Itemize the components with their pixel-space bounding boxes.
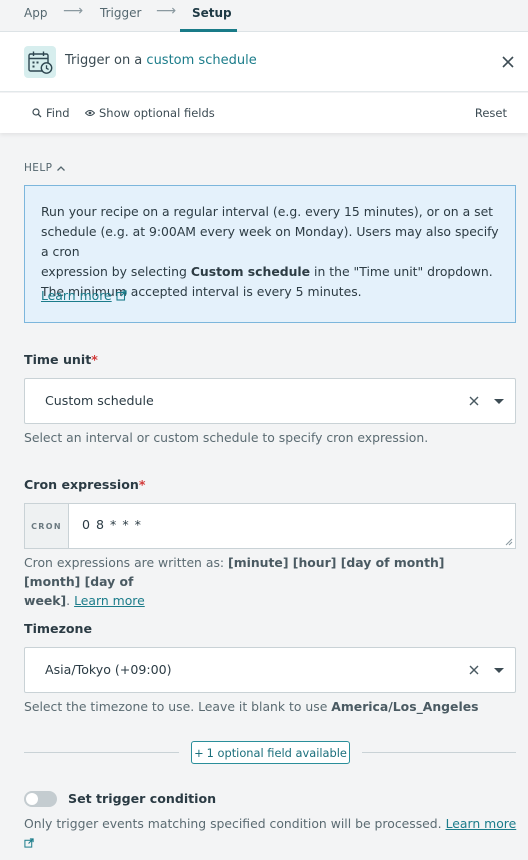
- divider: [24, 752, 179, 753]
- help-line: Run your recipe on a regular interval (e…: [41, 204, 494, 219]
- plus-icon: +: [194, 745, 204, 760]
- toggle-knob: [26, 793, 38, 805]
- clear-icon[interactable]: [467, 394, 481, 408]
- trigger-title-prefix: Trigger: [65, 53, 110, 68]
- chevron-down-icon[interactable]: [494, 399, 504, 404]
- show-optional-fields-label: Show optional fields: [99, 106, 215, 120]
- help-heading: HELP: [24, 162, 53, 174]
- trigger-schedule-link[interactable]: custom schedule: [146, 53, 256, 68]
- trigger-header: Trigger on a custom schedule: [0, 32, 528, 92]
- help-toggle[interactable]: HELP: [24, 162, 66, 174]
- resize-handle-icon[interactable]: [505, 538, 513, 546]
- breadcrumb-setup[interactable]: Setup: [192, 6, 232, 20]
- help-text: Run your recipe on a regular interval (e…: [41, 202, 507, 302]
- timezone-label: Timezone: [24, 621, 93, 636]
- time-unit-hint: Select an interval or custom schedule to…: [24, 430, 429, 445]
- time-unit-label: Time unit*: [24, 352, 98, 367]
- reset-button[interactable]: Reset: [475, 106, 507, 120]
- trigger-title-middle: on a: [113, 53, 143, 68]
- time-unit-select[interactable]: Custom schedule: [24, 378, 516, 424]
- breadcrumb-trigger[interactable]: Trigger: [100, 6, 141, 20]
- optional-fields-label: 1 optional field available: [206, 745, 347, 760]
- cron-learn-more-link[interactable]: Learn more: [74, 593, 145, 608]
- find-label: Find: [46, 106, 70, 120]
- cron-tag: CRON: [25, 504, 69, 548]
- timezone-value: Asia/Tokyo (+09:00): [45, 662, 172, 677]
- find-button[interactable]: Find: [32, 106, 70, 120]
- chevron-up-icon: [57, 165, 66, 171]
- field-toolbar: Find Show optional fields Reset: [0, 93, 528, 133]
- trigger-title: Trigger on a custom schedule: [65, 53, 257, 68]
- help-panel: Run your recipe on a regular interval (e…: [24, 185, 516, 323]
- cron-expression-hint: Cron expressions are written as: [minute…: [24, 555, 445, 608]
- breadcrumb-arrow-icon: ⟶: [156, 3, 177, 19]
- help-line: schedule (e.g. at 9:00AM every week on M…: [41, 224, 499, 259]
- time-unit-value: Custom schedule: [45, 393, 154, 408]
- timezone-select[interactable]: Asia/Tokyo (+09:00): [24, 647, 516, 693]
- search-icon: [32, 108, 42, 118]
- trigger-condition-hint: Only trigger events matching specified c…: [24, 814, 528, 852]
- divider: [362, 752, 516, 753]
- close-icon[interactable]: [498, 52, 518, 72]
- trigger-condition-toggle[interactable]: [24, 791, 57, 807]
- external-link-icon: [116, 290, 127, 301]
- clear-icon[interactable]: [467, 663, 481, 677]
- required-marker: *: [138, 477, 146, 492]
- help-learn-more-link[interactable]: Learn more: [41, 288, 127, 303]
- show-optional-fields-button[interactable]: Show optional fields: [85, 106, 215, 120]
- required-marker: *: [91, 352, 98, 367]
- help-learn-more-label: Learn more: [41, 288, 112, 303]
- breadcrumb: App ⟶ Trigger ⟶ Setup: [0, 0, 528, 32]
- calendar-clock-icon: [24, 46, 56, 78]
- help-line: expression by selecting Custom schedule …: [41, 264, 493, 279]
- timezone-hint: Select the timezone to use. Leave it bla…: [24, 699, 479, 714]
- trigger-condition-learn-more-link[interactable]: Learn more: [446, 816, 517, 831]
- cron-expression-input[interactable]: CRON 0 8 * * *: [24, 503, 516, 549]
- eye-icon: [85, 110, 95, 116]
- cron-expression-value: 0 8 * * *: [82, 517, 142, 532]
- chevron-down-icon[interactable]: [494, 668, 504, 673]
- breadcrumb-arrow-icon: ⟶: [63, 3, 84, 19]
- cron-expression-label: Cron expression*: [24, 477, 146, 492]
- breadcrumb-app[interactable]: App: [24, 6, 47, 20]
- trigger-condition-label: Set trigger condition: [68, 791, 217, 806]
- optional-fields-button[interactable]: + 1 optional field available: [191, 741, 350, 764]
- external-link-icon: [24, 838, 34, 848]
